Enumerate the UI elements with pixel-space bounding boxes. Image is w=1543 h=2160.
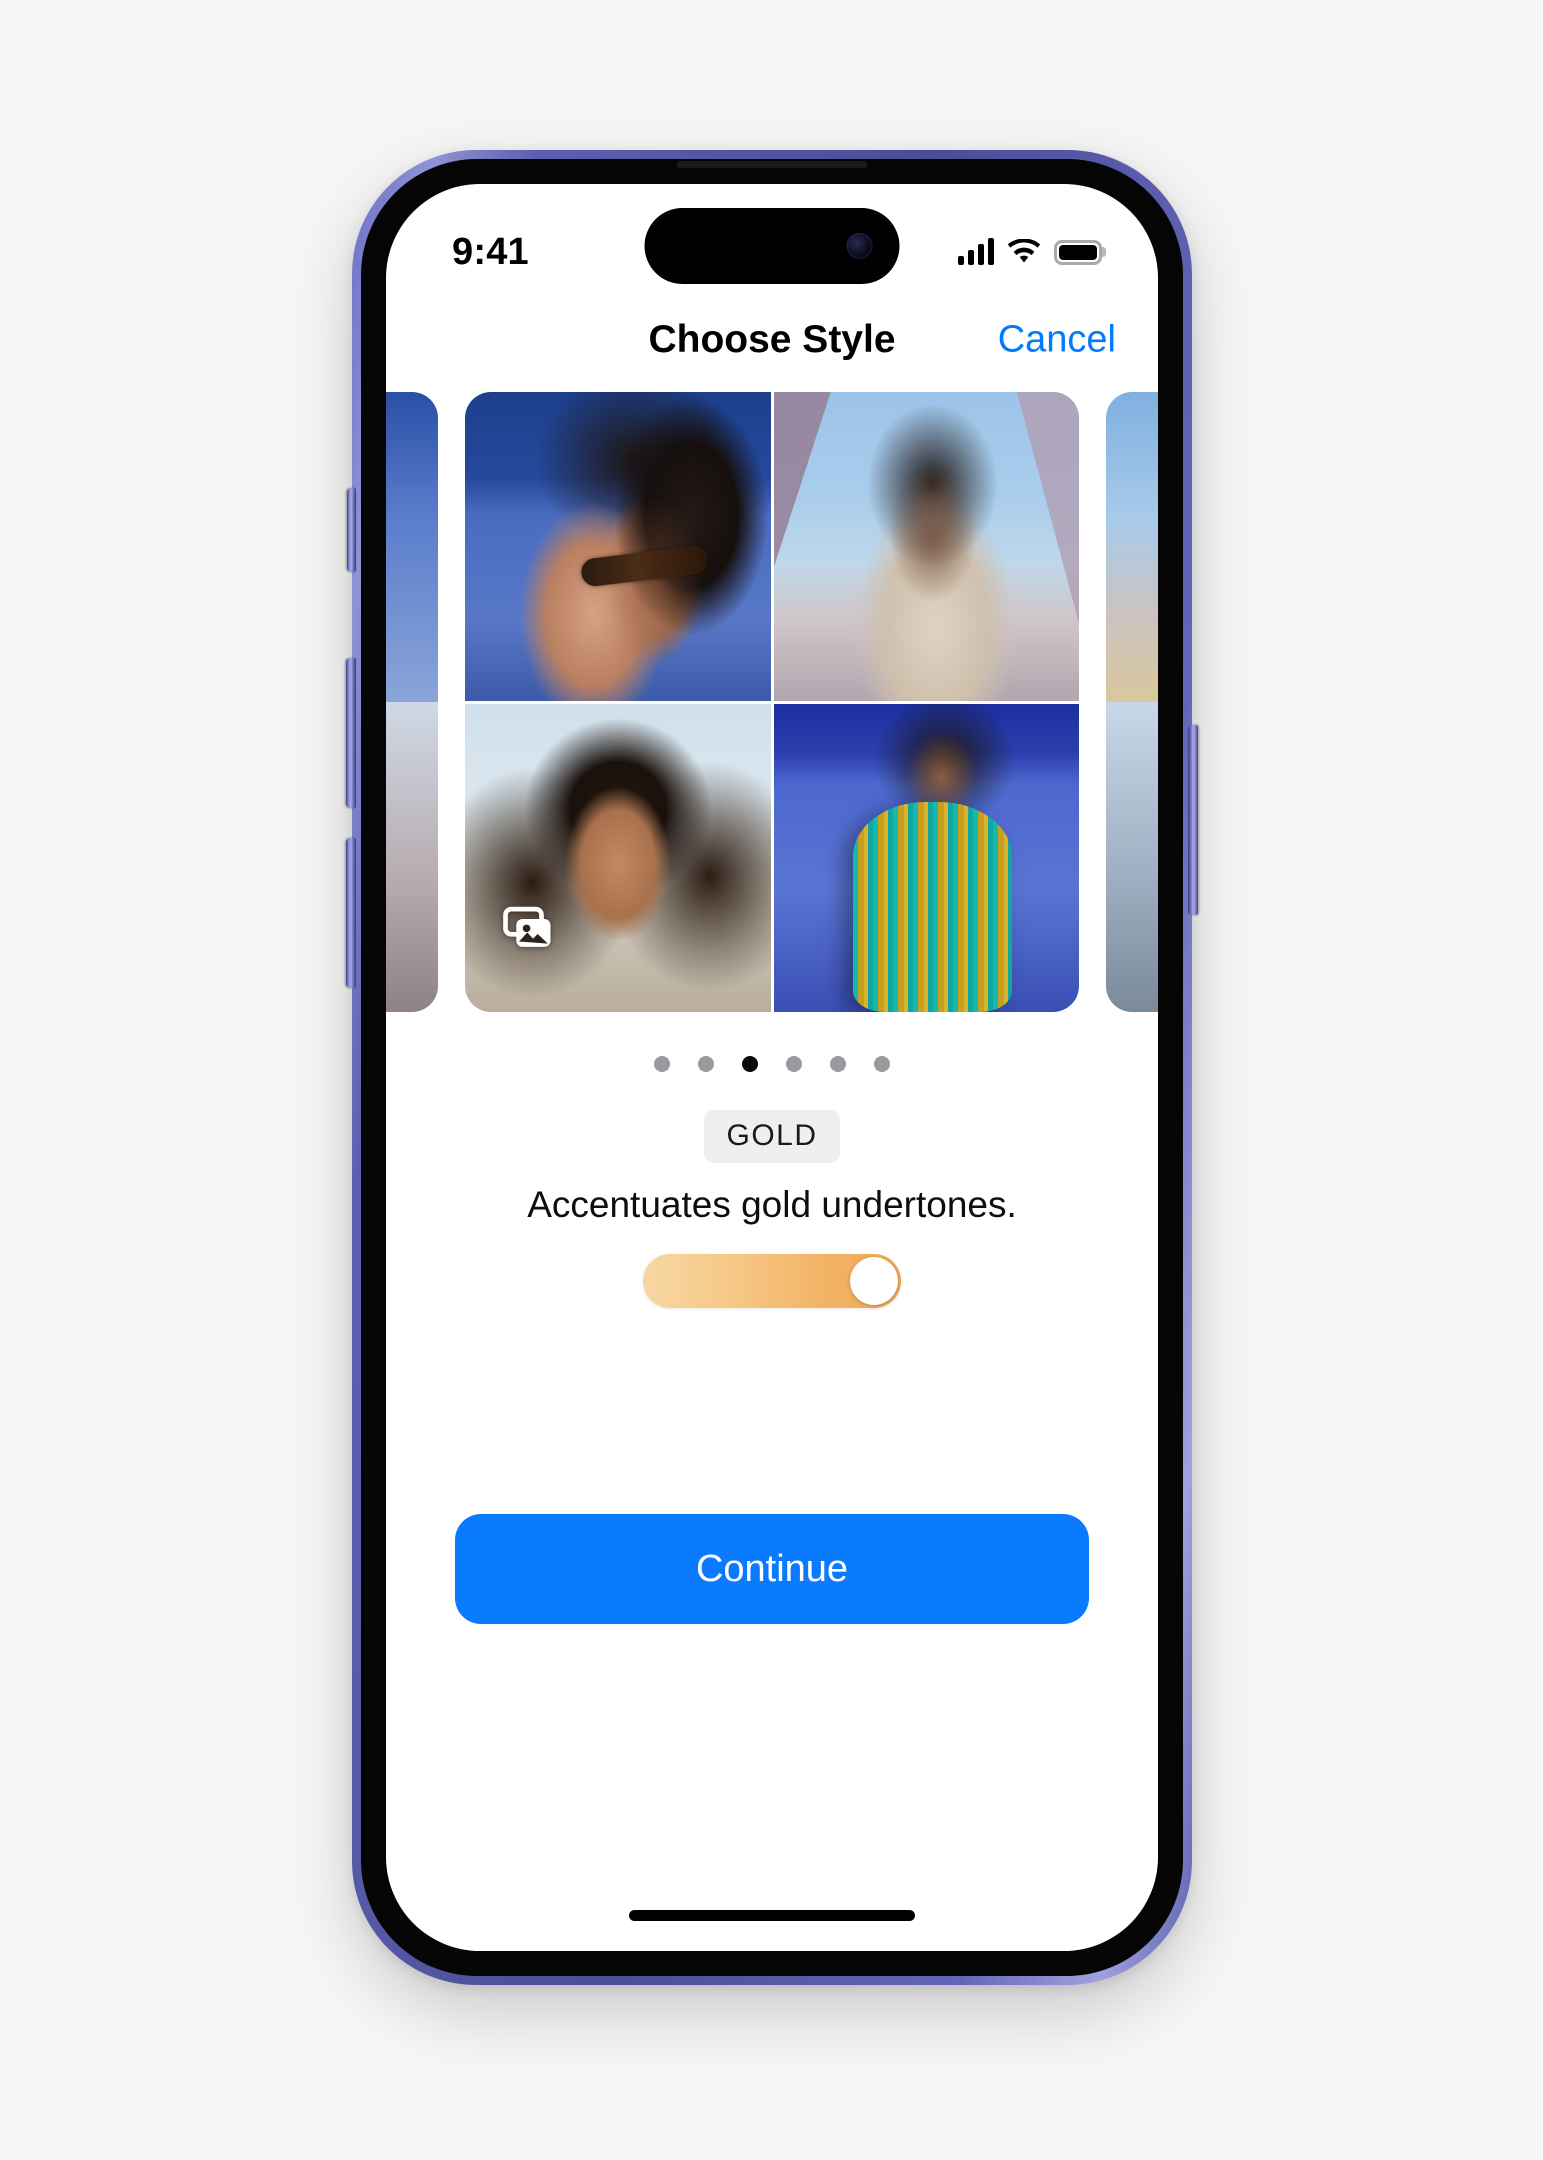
mute-switch-button[interactable]	[347, 488, 356, 572]
iphone-device-frame: 9:41 Choose Style Cancel GOLD Accentuate…	[346, 150, 1198, 1985]
continue-button[interactable]: Continue	[455, 1514, 1089, 1624]
photo-stack-icon	[503, 906, 551, 947]
home-indicator[interactable]	[629, 1910, 915, 1921]
cellular-bars-icon	[958, 238, 994, 265]
device-screen: 9:41 Choose Style Cancel GOLD Accentuate…	[386, 184, 1158, 1951]
slider-container	[386, 1254, 1158, 1308]
navigation-bar: Choose Style Cancel	[386, 292, 1158, 388]
wifi-icon	[1007, 239, 1041, 263]
battery-full-icon	[1054, 239, 1102, 265]
photo-sky[interactable]	[773, 392, 1079, 701]
volume-down-button[interactable]	[346, 838, 356, 988]
tone-intensity-slider[interactable]	[643, 1254, 901, 1308]
carousel-active-card[interactable]	[465, 392, 1079, 1012]
photo-portrait[interactable]	[465, 703, 771, 1012]
style-carousel[interactable]	[386, 392, 1158, 1012]
photo-stripes[interactable]	[773, 703, 1079, 1012]
page-indicator[interactable]	[386, 1056, 1158, 1072]
cancel-button[interactable]: Cancel	[998, 319, 1116, 362]
peek-photo-c	[1106, 392, 1158, 702]
carousel-next-card[interactable]	[1106, 392, 1158, 1012]
page-dot-1[interactable]	[654, 1056, 670, 1072]
dynamic-island	[644, 208, 900, 284]
front-camera-icon	[846, 233, 873, 259]
style-name-badge: GOLD	[704, 1110, 840, 1163]
screenshot-stage: 9:41 Choose Style Cancel GOLD Accentuate…	[0, 0, 1543, 2160]
peek-photo-d	[1106, 702, 1158, 1012]
power-button[interactable]	[1188, 725, 1198, 915]
carousel-previous-card[interactable]	[386, 392, 438, 1012]
device-bezel: 9:41 Choose Style Cancel GOLD Accentuate…	[361, 159, 1183, 1976]
page-dot-2[interactable]	[698, 1056, 714, 1072]
earpiece-speaker	[677, 161, 867, 168]
page-dot-5[interactable]	[830, 1056, 846, 1072]
slider-thumb[interactable]	[850, 1257, 898, 1305]
page-dot-6[interactable]	[874, 1056, 890, 1072]
style-description: Accentuates gold undertones.	[527, 1184, 1017, 1225]
status-bar-clock: 9:41	[452, 230, 529, 273]
status-bar-indicators	[958, 238, 1102, 265]
photo-sunglasses[interactable]	[465, 392, 771, 701]
peek-photo-b	[386, 702, 438, 1012]
style-badge-row: GOLD	[386, 1110, 1158, 1163]
page-dot-3[interactable]	[742, 1056, 758, 1072]
page-dot-4[interactable]	[786, 1056, 802, 1072]
peek-photo-a	[386, 392, 438, 702]
page-title: Choose Style	[648, 318, 896, 361]
volume-up-button[interactable]	[346, 658, 356, 808]
